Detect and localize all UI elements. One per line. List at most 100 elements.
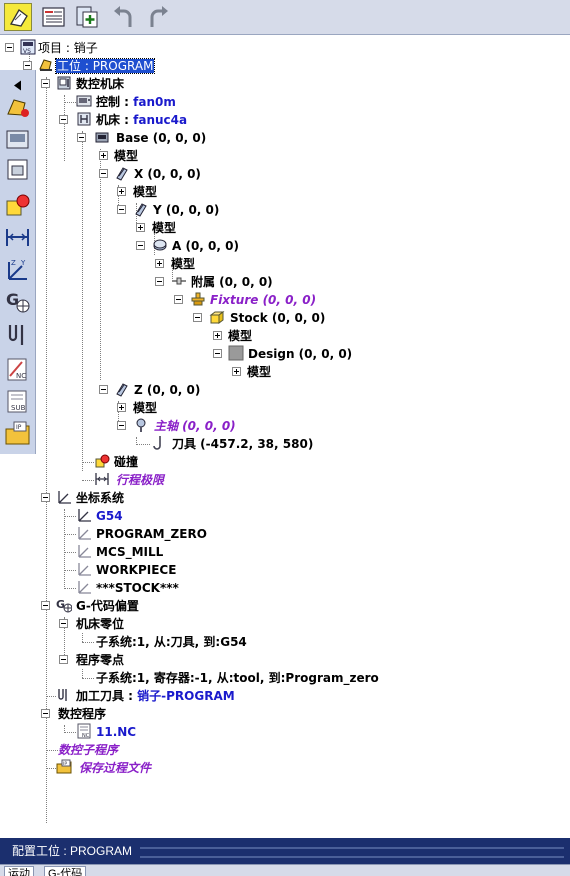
tree-item-cs-g54[interactable]: G54 xyxy=(96,507,123,525)
status-bar: 配置工位 : PROGRAM xyxy=(0,838,570,864)
properties-icon xyxy=(42,7,65,27)
tree-item-g-code-offsets[interactable]: G-代码偏置 xyxy=(76,597,139,615)
machine-icon xyxy=(6,130,29,149)
undo-button[interactable] xyxy=(110,3,138,31)
tree-item-model[interactable]: 模型 xyxy=(133,183,157,201)
workstation-label: 工位 : xyxy=(57,59,93,73)
expand-toggle[interactable] xyxy=(59,619,68,628)
expand-toggle[interactable] xyxy=(59,655,68,664)
expand-toggle[interactable] xyxy=(117,421,126,430)
tree-item-spindle[interactable]: 主轴 (0, 0, 0) xyxy=(154,417,236,435)
expand-toggle[interactable] xyxy=(41,601,50,610)
tree-item-cs-workpiece[interactable]: WORKPIECE xyxy=(96,561,176,579)
tree-item-save-process-file[interactable]: 保存过程文件 xyxy=(79,759,151,777)
expand-toggle[interactable] xyxy=(117,205,126,214)
expand-toggle[interactable] xyxy=(136,241,145,250)
tree-item-machine-zero[interactable]: 机床零位 xyxy=(76,615,124,633)
attach-icon xyxy=(171,273,187,289)
tree-item-nc-subroutines[interactable]: 数控子程序 xyxy=(58,741,118,759)
tree-item-model[interactable]: 模型 xyxy=(171,255,195,273)
expand-toggle[interactable] xyxy=(59,115,68,124)
subroutine-icon: SUB xyxy=(7,390,27,413)
status-grip xyxy=(140,847,564,858)
tree-item-model[interactable]: 模型 xyxy=(228,327,252,345)
sidebar-subroutine-button[interactable]: SUB xyxy=(4,388,31,415)
collapse-button[interactable] xyxy=(4,72,31,91)
tree-item-travel-limits[interactable]: 行程极限 xyxy=(116,471,164,489)
expand-toggle[interactable] xyxy=(213,349,222,358)
tree-item-model[interactable]: 模型 xyxy=(133,399,157,417)
tree-item-nc-file[interactable]: 11.NC xyxy=(96,723,136,741)
expand-toggle[interactable] xyxy=(41,709,50,718)
tree-item-cs-program-zero[interactable]: PROGRAM_ZERO xyxy=(96,525,207,543)
tree-item-y-axis[interactable]: Y (0, 0, 0) xyxy=(153,201,219,219)
sidebar-coordinate-system-button[interactable]: ZY xyxy=(4,256,31,283)
tree-item-x-axis[interactable]: X (0, 0, 0) xyxy=(134,165,201,183)
tree-item-stock[interactable]: Stock (0, 0, 0) xyxy=(230,309,325,327)
tree-item-model[interactable]: 模型 xyxy=(247,363,271,381)
expand-toggle[interactable] xyxy=(41,79,50,88)
sidebar-travel-limit-button[interactable] xyxy=(4,224,31,251)
sidebar-save-ip-button[interactable]: IP xyxy=(4,420,31,447)
expand-toggle[interactable] xyxy=(155,259,164,268)
expand-toggle[interactable] xyxy=(5,43,14,52)
coordinate-system-icon xyxy=(76,579,92,595)
sidebar-collision-button[interactable] xyxy=(4,192,31,219)
tree-item-project[interactable]: 项目 : 销子 xyxy=(38,39,98,57)
tree-item-nc-programs[interactable]: 数控程序 xyxy=(58,705,106,723)
tree-item-attach[interactable]: 附属 (0, 0, 0) xyxy=(191,273,273,291)
tree-item-model[interactable]: 模型 xyxy=(114,147,138,165)
tree-item-collision[interactable]: 碰撞 xyxy=(114,453,138,471)
sidebar-component-button[interactable] xyxy=(4,156,31,183)
sidebar-workstation-button[interactable] xyxy=(4,94,31,121)
tree-item-z-axis[interactable]: Z (0, 0, 0) xyxy=(134,381,200,399)
tree-item-a-axis[interactable]: A (0, 0, 0) xyxy=(172,237,239,255)
tree-item-model[interactable]: 模型 xyxy=(152,219,176,237)
sidebar-nc-program-button[interactable]: NC xyxy=(4,356,31,383)
bottom-tabs: 运动 G-代码 xyxy=(0,864,570,876)
control-label: 控制 : xyxy=(96,95,134,109)
tree-item-cs-mcs-mill[interactable]: MCS_MILL xyxy=(96,543,163,561)
tree-item-cnc-machine[interactable]: 数控机床 xyxy=(76,75,124,93)
base-icon xyxy=(94,129,110,145)
expand-toggle[interactable] xyxy=(155,277,164,286)
expand-toggle[interactable] xyxy=(232,367,241,376)
travel-limit-icon xyxy=(94,471,110,487)
tree-item-coordinate-systems[interactable]: 坐标系统 xyxy=(76,489,124,507)
expand-toggle[interactable] xyxy=(41,493,50,502)
svg-text:IP: IP xyxy=(63,761,67,767)
tree-item-base[interactable]: Base (0, 0, 0) xyxy=(116,129,206,147)
expand-toggle[interactable] xyxy=(99,385,108,394)
tree-item-machine[interactable]: 机床 : fanuc4a xyxy=(96,111,187,129)
properties-button[interactable] xyxy=(40,3,68,31)
tree-item-program-zero[interactable]: 程序零点 xyxy=(76,651,124,669)
tree-item-workstation[interactable]: 工位 : PROGRAM xyxy=(54,57,156,75)
tree-item-fixture[interactable]: Fixture (0, 0, 0) xyxy=(210,291,316,309)
sidebar-g-code-offset-button[interactable]: G xyxy=(4,288,31,315)
tree-item-machine-zero-offset[interactable]: 子系统:1, 从:刀具, 到:G54 xyxy=(96,633,247,651)
spindle-icon xyxy=(133,417,149,433)
sidebar-machine-button[interactable] xyxy=(4,126,31,153)
expand-toggle[interactable] xyxy=(193,313,202,322)
tree-item-design[interactable]: Design (0, 0, 0) xyxy=(248,345,352,363)
tree-item-cs-stock[interactable]: ***STOCK*** xyxy=(96,579,179,597)
expand-toggle[interactable] xyxy=(99,169,108,178)
tree-item-tool[interactable]: 刀具 (-457.2, 38, 580) xyxy=(172,435,313,453)
tree-item-machining-tool[interactable]: 加工刀具 : 销子-PROGRAM xyxy=(76,687,235,705)
select-pointer-button[interactable] xyxy=(4,3,32,31)
expand-toggle[interactable] xyxy=(213,331,222,340)
expand-toggle[interactable] xyxy=(23,61,32,70)
sidebar-tool-button[interactable] xyxy=(4,322,31,349)
add-component-button[interactable] xyxy=(74,3,102,31)
expand-toggle[interactable] xyxy=(77,133,86,142)
redo-button[interactable] xyxy=(144,3,172,31)
travel-limit-icon xyxy=(6,229,29,246)
expand-toggle[interactable] xyxy=(174,295,183,304)
svg-text:NC: NC xyxy=(16,372,26,380)
expand-toggle[interactable] xyxy=(117,403,126,412)
expand-toggle[interactable] xyxy=(136,223,145,232)
tree-item-program-zero-offset[interactable]: 子系统:1, 寄存器:-1, 从:tool, 到:Program_zero xyxy=(96,669,379,687)
tree-item-control[interactable]: 控制 : fan0m xyxy=(96,93,176,111)
expand-toggle[interactable] xyxy=(99,151,108,160)
expand-toggle[interactable] xyxy=(117,187,126,196)
